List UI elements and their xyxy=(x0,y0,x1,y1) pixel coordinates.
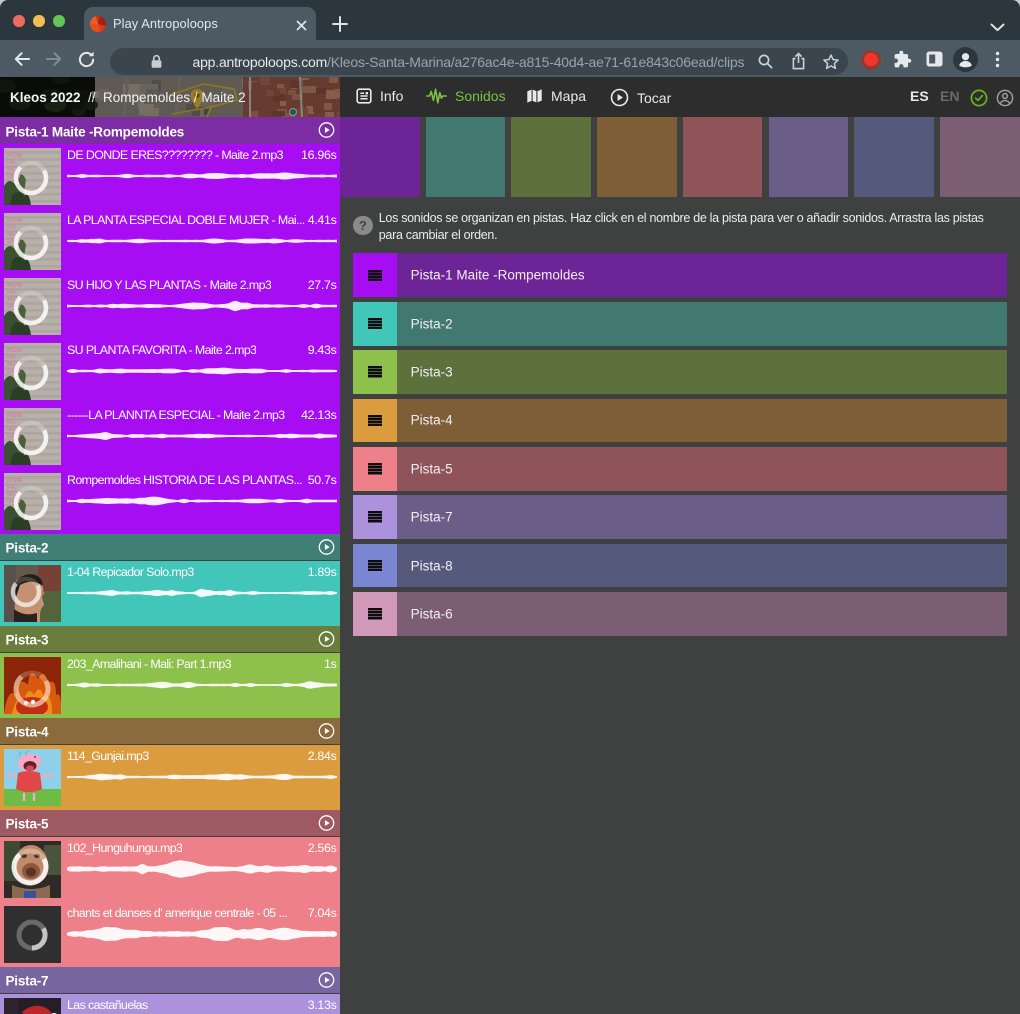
svg-text:PA: PA xyxy=(7,159,16,166)
svg-text:PA: PA xyxy=(7,484,16,491)
svg-text:ROM: ROM xyxy=(7,217,22,224)
svg-text:ROM: ROM xyxy=(7,282,22,289)
svg-text:PA: PA xyxy=(7,289,16,296)
svg-text:ROM: ROM xyxy=(7,412,22,419)
svg-text:ROM: ROM xyxy=(7,152,22,159)
svg-text:PA: PA xyxy=(7,419,16,426)
svg-text:ROM: ROM xyxy=(7,347,22,354)
svg-text:PA: PA xyxy=(7,354,16,361)
svg-text:ROM: ROM xyxy=(7,477,22,484)
svg-text:PA: PA xyxy=(7,224,16,231)
